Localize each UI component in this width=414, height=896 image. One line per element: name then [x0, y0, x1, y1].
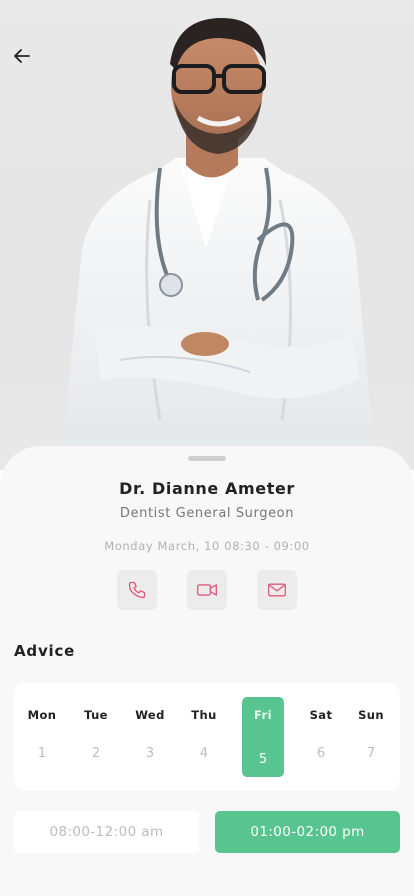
section-title-advice: Advice: [14, 642, 76, 660]
day-sun[interactable]: Sun 7: [350, 697, 392, 777]
doctor-detail-sheet: Dr. Dianne Ameter Dentist General Surgeo…: [0, 446, 414, 896]
email-button[interactable]: [257, 570, 297, 610]
day-wed[interactable]: Wed 3: [129, 697, 171, 777]
video-camera-icon: [197, 584, 217, 596]
day-name: Tue: [84, 708, 108, 722]
day-number: 7: [366, 746, 376, 761]
day-mon[interactable]: Mon 1: [21, 697, 63, 777]
day-sat[interactable]: Sat 6: [300, 697, 342, 777]
day-number: 3: [145, 746, 155, 761]
video-call-button[interactable]: [187, 570, 227, 610]
day-name: Fri: [254, 708, 272, 722]
day-number: 6: [316, 746, 326, 761]
drag-handle[interactable]: [188, 456, 226, 461]
day-fri-selected[interactable]: Fri 5: [242, 697, 284, 777]
day-number: 2: [91, 746, 101, 761]
day-name: Sat: [309, 708, 333, 722]
doctor-name: Dr. Dianne Ameter: [119, 479, 295, 498]
appointment-schedule: Monday March, 10 08:30 - 09:00: [104, 539, 310, 553]
doctor-photo: [60, 18, 376, 470]
day-picker: Mon 1 Tue 2 Wed 3 Thu 4 Fri 5 Sat 6 Sun …: [14, 683, 400, 791]
time-slot-morning[interactable]: 08:00-12:00 am: [14, 811, 199, 853]
day-number: 1: [37, 746, 47, 761]
day-name: Thu: [191, 708, 217, 722]
arrow-left-icon: [14, 49, 30, 63]
day-tue[interactable]: Tue 2: [75, 697, 117, 777]
phone-icon: [128, 581, 146, 599]
mail-icon: [268, 583, 286, 597]
day-number: 4: [199, 746, 209, 761]
call-button[interactable]: [117, 570, 157, 610]
day-number: 5: [258, 752, 268, 767]
day-name: Sun: [358, 708, 384, 722]
day-name: Mon: [27, 708, 57, 722]
contact-actions: [0, 570, 414, 610]
back-button[interactable]: [8, 42, 36, 70]
doctor-specialty: Dentist General Surgeon: [119, 506, 295, 521]
day-name: Wed: [135, 708, 165, 722]
day-thu[interactable]: Thu 4: [183, 697, 225, 777]
time-slot-afternoon-selected[interactable]: 01:00-02:00 pm: [215, 811, 400, 853]
doctor-hero: [0, 0, 414, 470]
